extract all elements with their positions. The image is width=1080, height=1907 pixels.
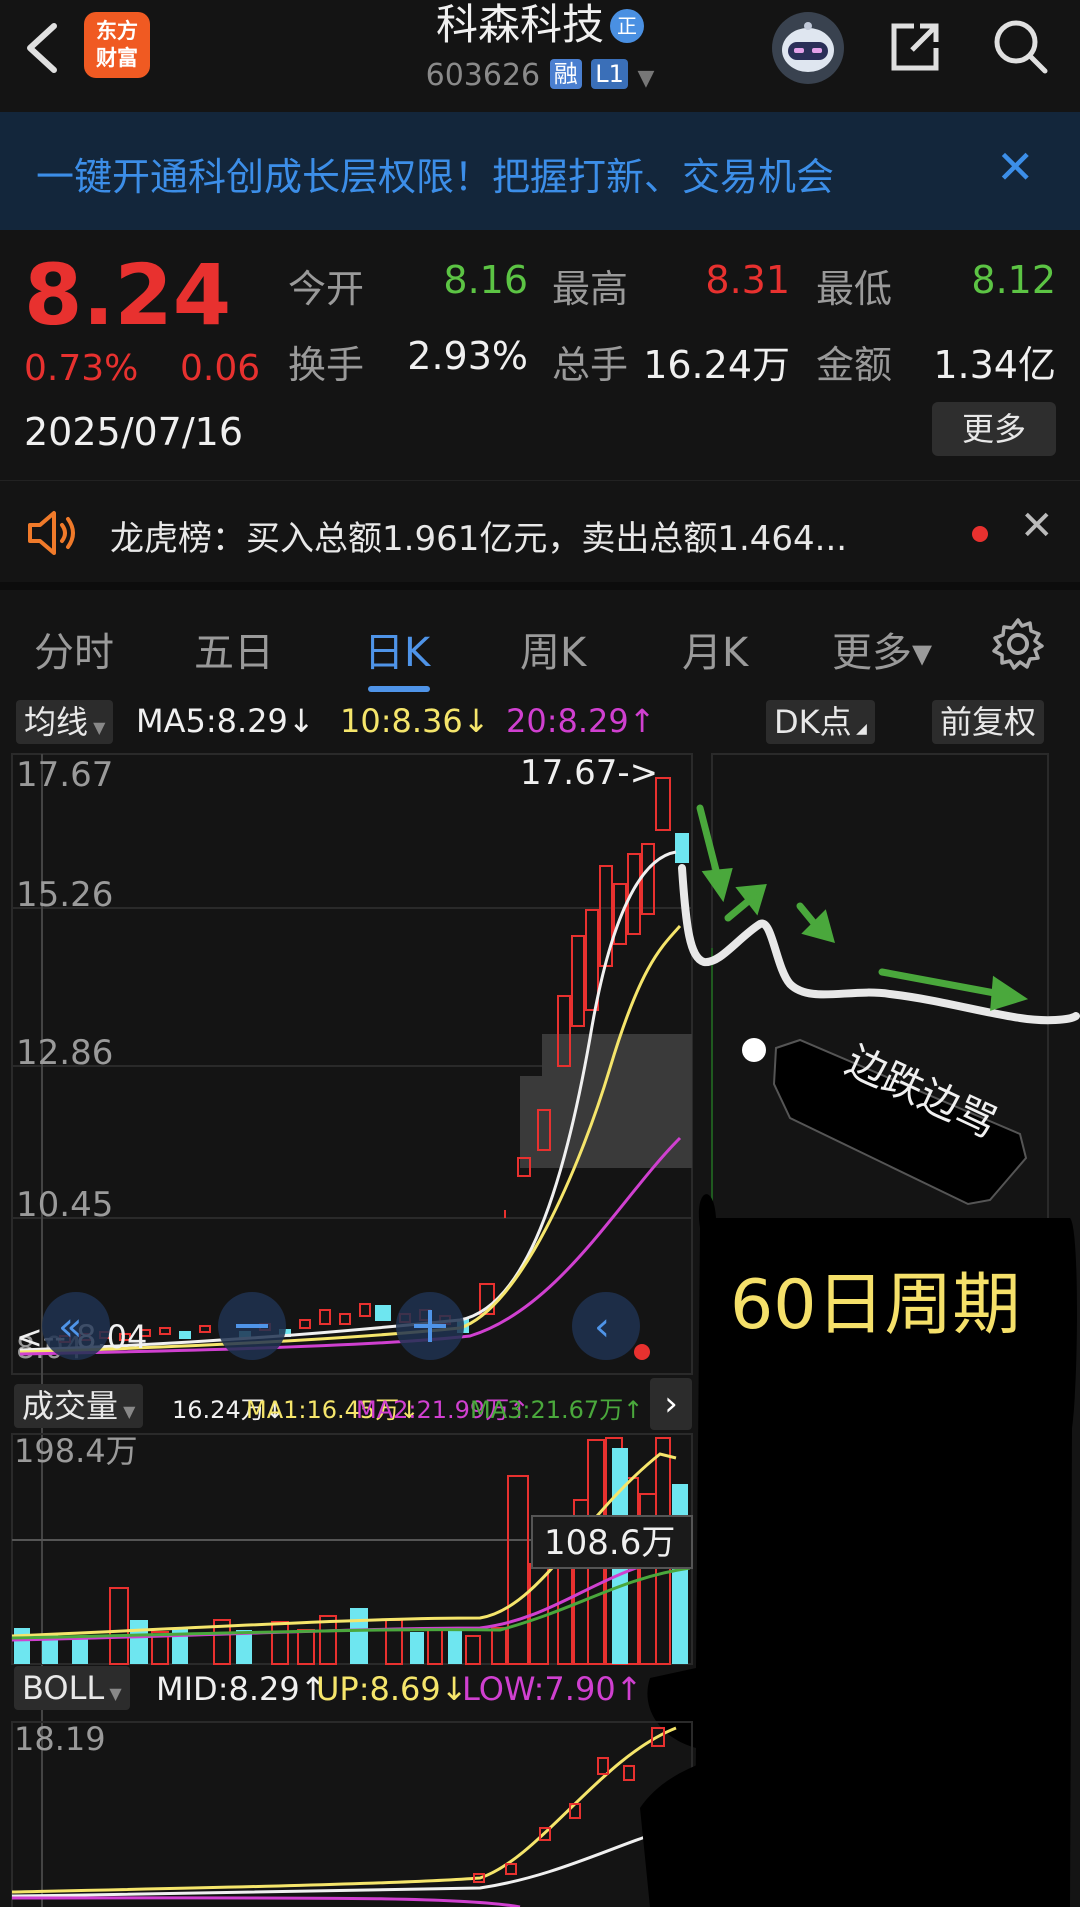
more-button[interactable]: 更多 — [932, 402, 1056, 456]
field-label: 最高 — [552, 267, 629, 311]
verified-badge-icon: 正 — [610, 9, 644, 43]
field-label: 总手 — [552, 343, 629, 387]
volume-ma3: MA3:21.67万↑ — [470, 1396, 644, 1424]
last-price: 8.24 — [24, 246, 232, 344]
annotation-tag: 边跌边骂 — [742, 1038, 1028, 1206]
dragon-tiger-notice[interactable]: 龙虎榜：买入总额1.961亿元，卖出总额1.464... ✕ — [0, 480, 1080, 582]
y-axis-label: 15.26 — [16, 875, 113, 915]
change-percent: 0.73% — [24, 348, 139, 389]
field-label: 最低 — [816, 267, 893, 311]
volume-selector[interactable]: 成交量 ▼ — [14, 1384, 144, 1428]
boll-low-value: LOW:7.90↑ — [462, 1670, 643, 1708]
ma10-value: 10:8.36↓ — [340, 702, 490, 740]
field-value: 1.34亿 — [933, 343, 1056, 387]
quote-date: 2025/07/16 — [24, 410, 244, 454]
boll-up-value: UP:8.69↓ — [316, 1670, 468, 1708]
boll-y-label: 18.19 — [14, 1720, 106, 1758]
redaction-blob-lower — [640, 1748, 1070, 1907]
margin-tag: 融 — [549, 59, 582, 89]
ma-selector[interactable]: 均线 ▼ — [16, 700, 114, 744]
expand-arrow-icon[interactable]: › — [650, 1378, 692, 1430]
price-adjust-button[interactable]: 前复权 — [932, 700, 1045, 744]
field-label: 今开 — [288, 267, 365, 311]
y-axis-label: 10.45 — [16, 1185, 113, 1225]
notice-text[interactable]: 龙虎榜：买入总额1.961亿元，卖出总额1.464... — [110, 511, 847, 560]
tab-intraday[interactable]: 分时 — [34, 620, 114, 678]
field-value: 2.93% — [407, 334, 528, 378]
tab-five-day[interactable]: 五日 — [194, 620, 274, 678]
boll-mid-value: MID:8.29↑ — [156, 1670, 327, 1708]
field-label: 金额 — [816, 343, 893, 387]
ma5-value: MA5:8.29↓ — [136, 702, 315, 740]
green-arrows — [696, 804, 1029, 1011]
ma5-line — [19, 850, 677, 1352]
active-tab-indicator — [368, 686, 430, 692]
top-bar: 东方 财富 科森科技正 603626 融 L1 ▼ — [0, 0, 1080, 112]
tab-weekly-k[interactable]: 周K — [520, 620, 586, 678]
period-annotation: 60日周期 — [730, 1266, 1021, 1345]
latest-marker-dot — [634, 1344, 650, 1360]
high-price-marker: 17.67-> — [520, 753, 658, 793]
boll-low-line — [11, 1896, 521, 1907]
field-label: 换手 — [288, 343, 365, 387]
ma20-value: 20:8.29↑ — [506, 702, 656, 740]
boll-panel-grid — [11, 1721, 693, 1907]
field-value: 16.24万 — [643, 343, 790, 387]
share-icon[interactable] — [886, 16, 946, 76]
y-axis-label: 12.86 — [16, 1033, 113, 1073]
volume-cursor-label: 108.6万 — [544, 1523, 675, 1563]
field-value: 8.12 — [971, 258, 1056, 302]
y-axis-label: 17.67 — [16, 755, 113, 795]
dk-point-button[interactable]: DK点 ◢ — [766, 700, 875, 744]
stock-code: 603626 — [425, 58, 541, 93]
banner-text[interactable]: 一键开通科创成长层权限！把握打新、交易机会 — [36, 146, 834, 201]
quote-panel: 8.24 0.73% 0.06 2025/07/16 今开 8.16 最高 8.… — [0, 230, 1080, 480]
zone-box — [542, 1034, 692, 1076]
volume-y-label: 198.4万 — [14, 1432, 138, 1470]
svg-text:«: « — [58, 1304, 82, 1350]
dropdown-caret-icon: ▼ — [637, 66, 655, 91]
change-amount: 0.06 — [180, 348, 261, 389]
field-value: 8.16 — [443, 258, 528, 302]
unread-dot — [972, 526, 988, 542]
tab-monthly-k[interactable]: 月K — [682, 620, 748, 678]
tab-daily-k[interactable]: 日K — [364, 620, 430, 678]
stock-name: 科森科技 — [435, 0, 604, 49]
tab-more[interactable]: 更多▾ — [832, 620, 932, 678]
robot-avatar-icon[interactable] — [772, 12, 844, 84]
boll-up-line — [11, 1726, 677, 1894]
svg-text:‹: ‹ — [594, 1304, 610, 1350]
notice-close-icon[interactable]: ✕ — [1020, 503, 1054, 549]
level-tag: L1 — [591, 59, 628, 89]
search-icon[interactable] — [990, 16, 1050, 76]
banner-close-icon[interactable]: ✕ — [996, 140, 1046, 200]
speaker-icon — [28, 511, 75, 555]
period-tabs: 分时 五日 日K 周K 月K 更多▾ — [0, 582, 1080, 692]
promo-banner[interactable]: 一键开通科创成长层权限！把握打新、交易机会 ✕ — [0, 112, 1080, 230]
boll-selector[interactable]: BOLL ▼ — [14, 1666, 130, 1710]
field-value: 8.31 — [705, 258, 790, 302]
settings-gear-icon[interactable] — [990, 616, 1046, 672]
kline-chart[interactable]: 17.67 15.26 12.86 10.45 8.04 17.67-> <--… — [0, 748, 1080, 1907]
